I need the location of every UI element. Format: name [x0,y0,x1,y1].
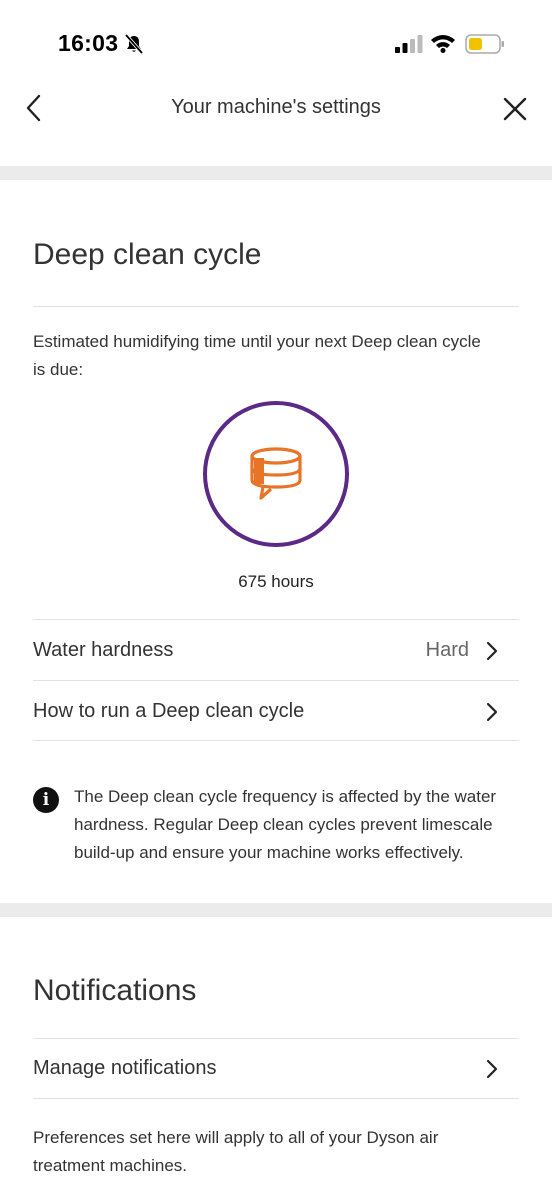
divider-line [33,740,519,741]
close-icon [503,97,527,121]
notifications-note: Preferences set here will apply to all o… [33,1128,439,1175]
notifications-title: Notifications [33,974,197,1007]
signal-icon [395,35,423,53]
how-to-deep-clean-label: How to run a Deep clean cycle [33,700,305,722]
divider-line [33,306,519,307]
deep-clean-title: Deep clean cycle [33,238,262,271]
manage-notifications-label: Manage notifications [33,1057,217,1079]
info-icon: i [33,787,59,813]
water-hardness-value: Hard [425,639,469,661]
status-bar: 16:03 [0,0,552,90]
divider-line [33,1098,519,1099]
wifi-icon [431,35,455,53]
battery-icon [465,34,504,54]
divider-line [33,619,519,620]
deep-clean-icon [250,447,302,500]
water-hardness-row[interactable]: Water hardness Hard [33,621,519,681]
page-title: Your machine's settings [171,96,381,118]
deep-clean-progress-ring [203,401,349,547]
info-text: The Deep clean cycle frequency is affect… [74,787,497,862]
chevron-right-icon [486,702,498,722]
header: Your machine's settings [0,80,552,140]
deep-clean-hours: 675 hours [238,572,314,591]
deep-clean-description: Estimated humidifying time until your ne… [33,332,481,379]
section-divider [0,166,552,180]
water-hardness-label: Water hardness [33,639,174,661]
chevron-right-icon [486,641,498,661]
close-button[interactable] [498,92,532,126]
status-time: 16:03 [58,30,119,56]
chevron-right-icon [486,1059,498,1079]
divider-line [33,680,519,681]
section-divider [0,903,552,917]
manage-notifications-row[interactable]: Manage notifications [33,1039,519,1099]
bell-muted-icon [124,33,144,55]
how-to-deep-clean-row[interactable]: How to run a Deep clean cycle [33,682,519,742]
